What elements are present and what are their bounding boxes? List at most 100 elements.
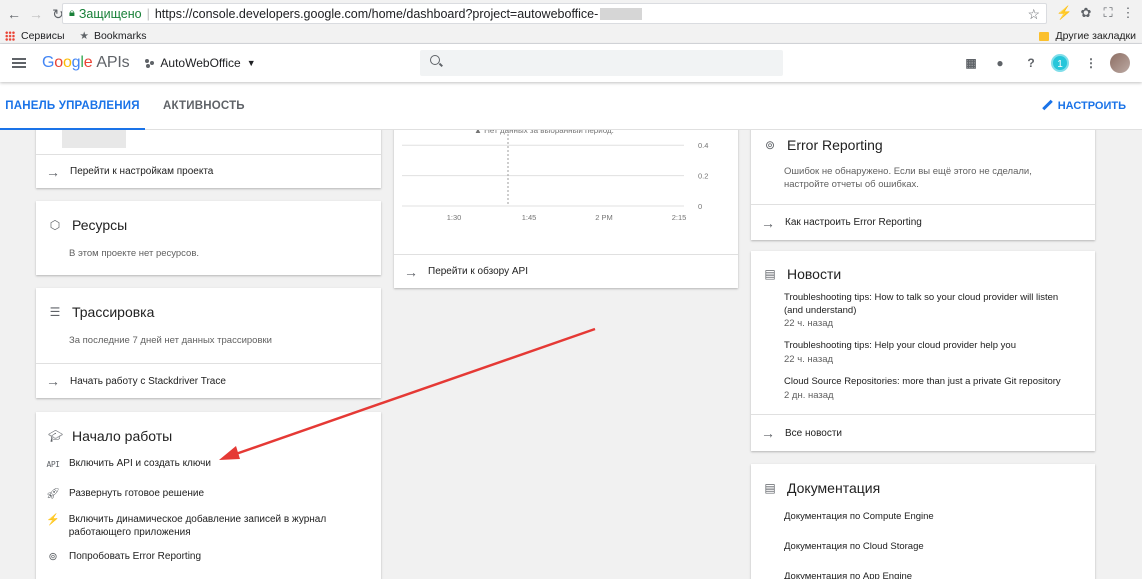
y-tick-label: 0.2: [698, 172, 708, 181]
extension-icon[interactable]: ⚡: [1056, 5, 1072, 21]
api-overview-link[interactable]: Перейти к обзору API: [428, 266, 528, 277]
bookmark-folder[interactable]: ★ Bookmarks: [80, 30, 147, 42]
all-news-link[interactable]: Все новости: [785, 428, 842, 439]
hexagon-icon: ⬡: [49, 218, 61, 232]
feedback-icon[interactable]: ●: [993, 56, 1007, 70]
arrow-right-icon: →: [46, 163, 60, 180]
redacted-block: [600, 7, 643, 20]
extension-icon[interactable]: ✿: [1078, 5, 1094, 21]
error-reporting-setup-link[interactable]: Как настроить Error Reporting: [785, 217, 922, 228]
configure-button[interactable]: НАСТРОИТЬ: [1042, 82, 1126, 130]
document-icon: ▤: [764, 481, 776, 495]
arrow-right-icon: →: [761, 214, 775, 231]
card-description: За последние 7 дней нет данных трассиров…: [69, 335, 272, 346]
project-selector[interactable]: AutoWebOffice ▼: [145, 56, 256, 70]
arrow-right-icon: →: [46, 373, 60, 389]
getting-started-item[interactable]: 🚀︎ Развернуть готовое решение: [46, 488, 204, 501]
news-item[interactable]: Cloud Source Repositories: more than jus…: [784, 376, 1084, 402]
hamburger-menu-icon[interactable]: [12, 58, 26, 68]
bookmark-apps[interactable]: Сервисы: [5, 30, 65, 42]
screenshot-icon[interactable]: ⛶: [1100, 5, 1116, 21]
card-title: ▤ Документация: [764, 480, 881, 496]
chevron-down-icon: ▼: [246, 58, 256, 68]
notifications-badge[interactable]: 1: [1051, 54, 1069, 72]
apps-grid-icon: [5, 30, 15, 41]
gift-icon[interactable]: ▦: [964, 56, 978, 70]
trace-icon: ☰: [49, 305, 61, 319]
card-footer[interactable]: → Перейти к настройкам проекта: [36, 154, 381, 188]
card-footer[interactable]: → Все новости: [751, 414, 1095, 451]
item-label: Развернуть готовое решение: [69, 488, 205, 499]
news-time: 2 дн. назад: [784, 389, 834, 401]
y-tick-label: 0: [698, 202, 702, 211]
news-time: 22 ч. назад: [784, 318, 834, 329]
star-icon: ★: [79, 29, 89, 42]
url-text: https://console.developers.google.com/ho…: [154, 6, 599, 21]
dashboard-content: → Перейти к настройкам проекта ⬡ Ресурсы…: [0, 130, 1142, 579]
folder-icon: [1038, 31, 1049, 41]
edit-icon: [1042, 100, 1052, 110]
item-label: Включить API и создать ключи: [69, 458, 211, 469]
news-time: 22 ч. назад: [784, 353, 834, 365]
project-settings-link[interactable]: Перейти к настройкам проекта: [70, 166, 213, 177]
other-bookmarks[interactable]: Другие закладки: [1038, 28, 1136, 44]
doc-link[interactable]: Документация по Cloud Storage: [784, 541, 924, 552]
api-traffic-chart: 0 0.2 0.4 1:30 1:45 2 PM 2:15 ▲ Нет данных за в…: [402, 130, 708, 222]
getting-started-item[interactable]: ⚡ Включить динамическое добавление запис…: [46, 514, 336, 539]
getting-started-item[interactable]: ⊚ Попробовать Error Reporting: [46, 551, 201, 564]
more-vert-icon[interactable]: ⋮: [1084, 56, 1098, 70]
x-tick-label: 2:15: [672, 213, 687, 222]
search-input[interactable]: [420, 50, 783, 76]
secure-label: Защищено: [78, 6, 142, 21]
calendar-icon: ▤: [764, 267, 776, 281]
bookmarks-bar: Сервисы ★ Bookmarks Другие закладки: [0, 28, 1142, 44]
item-label: Включить динамическое добавление записей…: [68, 514, 327, 538]
x-tick-label: 1:45: [522, 213, 537, 222]
trace-link[interactable]: Начать работу с Stackdriver Trace: [70, 376, 226, 387]
news-item[interactable]: Troubleshooting tips: How to talk so you…: [784, 292, 1084, 331]
redacted-block: [62, 130, 126, 148]
getting-started-item[interactable]: API Включить API и создать ключи: [46, 458, 211, 472]
project-icon: [145, 58, 155, 68]
card-description: Ошибок не обнаружено. Если вы ещё этого …: [784, 166, 1032, 190]
doc-link[interactable]: Документация по App Engine: [784, 571, 912, 579]
documentation-card: ▤ Документация Документация по Compute E…: [751, 464, 1095, 579]
api-traffic-card: 0 0.2 0.4 1:30 1:45 2 PM 2:15 ▲ Нет данных за в…: [394, 130, 738, 288]
project-info-card: → Перейти к настройкам проекта: [36, 130, 381, 188]
tab-activity[interactable]: АКТИВНОСТЬ: [163, 82, 245, 130]
rocket-icon: 🚀︎: [46, 488, 60, 500]
arrow-right-icon: →: [404, 263, 418, 280]
card-footer[interactable]: → Как настроить Error Reporting: [751, 204, 1095, 240]
card-title: ⬡ Ресурсы: [49, 217, 128, 233]
resources-card: ⬡ Ресурсы В этом проекте нет ресурсов.: [36, 201, 381, 275]
avatar[interactable]: [1110, 53, 1130, 73]
search-icon: [430, 55, 440, 65]
doc-link[interactable]: Документация по Compute Engine: [784, 511, 934, 522]
x-tick-label: 2 PM: [595, 213, 613, 222]
no-data-message: ▲ Нет данных за выбранный период.: [474, 130, 614, 135]
x-tick-label: 1:30: [447, 213, 462, 222]
card-title: ☰ Трассировка: [49, 304, 155, 320]
card-footer[interactable]: → Перейти к обзору API: [394, 254, 738, 288]
card-footer[interactable]: → Начать работу с Stackdriver Trace: [36, 363, 381, 398]
arrow-right-icon: →: [761, 425, 775, 441]
card-title: 🎓︎ Начало работы: [48, 428, 173, 444]
error-reporting-card: ⊚ Error Reporting Ошибок не обнаружено. …: [751, 130, 1095, 240]
bookmark-label: Сервисы: [21, 29, 65, 42]
forward-icon[interactable]: →: [28, 6, 44, 22]
bookmark-star-icon[interactable]: ☆: [1027, 6, 1040, 23]
menu-dots-icon[interactable]: ⋮: [1120, 5, 1136, 21]
google-apis-logo[interactable]: Google APIs: [42, 54, 130, 72]
app-header: Google APIs AutoWebOffice ▼ ▦ ● ? 1 ⋮: [0, 44, 1142, 82]
school-icon: 🎓︎: [48, 429, 64, 443]
error-reporting-icon: ⊚: [764, 138, 776, 152]
tab-dashboard[interactable]: ПАНЕЛЬ УПРАВЛЕНИЯ: [0, 82, 145, 130]
address-bar[interactable]: 🔒︎ Защищено | https://console.developers…: [62, 3, 1047, 24]
item-label: Попробовать Error Reporting: [69, 551, 202, 562]
back-icon[interactable]: ←: [6, 6, 22, 22]
divider: |: [146, 6, 150, 21]
news-item[interactable]: Troubleshooting tips: Help your cloud pr…: [784, 340, 1084, 366]
bookmark-label: Другие закладки: [1055, 30, 1136, 42]
help-icon[interactable]: ?: [1024, 56, 1038, 70]
error-reporting-icon: ⊚: [48, 551, 58, 563]
